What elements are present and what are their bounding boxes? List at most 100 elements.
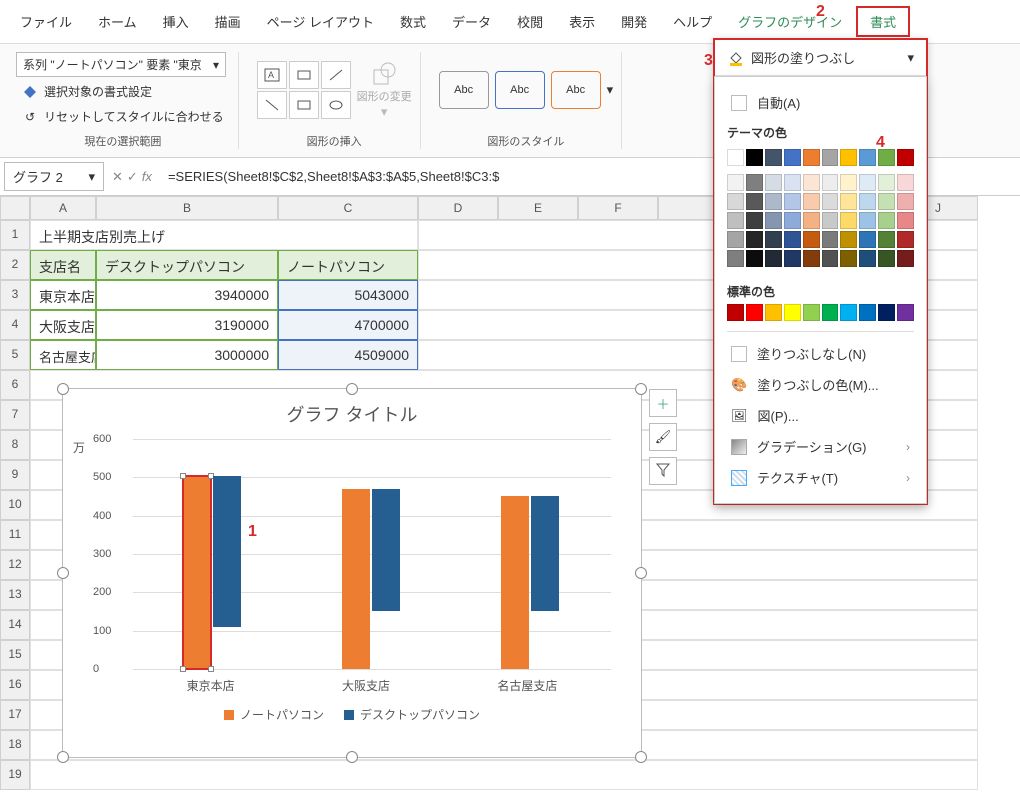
color-swatch[interactable] [765, 212, 782, 229]
col-header[interactable]: E [498, 196, 578, 220]
texture-fill[interactable]: テクスチャ(T) › [727, 462, 914, 493]
cell[interactable]: 上半期支店別売上げ [30, 220, 418, 250]
menu-view[interactable]: 表示 [557, 8, 607, 35]
menu-review[interactable]: 校閲 [505, 8, 555, 35]
color-swatch[interactable] [746, 174, 763, 191]
color-swatch[interactable] [878, 212, 895, 229]
color-swatch[interactable] [840, 304, 857, 321]
chart-object[interactable]: ＋ 🖌 グラフ タイトル 万 0100200300400500600 東京本店 … [62, 388, 642, 758]
shape-style-1[interactable]: Abc [439, 71, 489, 109]
cell[interactable]: 3190000 [96, 310, 278, 340]
chart-bar[interactable] [213, 476, 241, 627]
color-swatch[interactable] [840, 231, 857, 248]
chart-styles-button[interactable]: 🖌 [649, 423, 677, 451]
color-swatch[interactable] [822, 250, 839, 267]
color-swatch[interactable] [840, 193, 857, 210]
row-header[interactable]: 19 [0, 760, 30, 790]
color-swatch[interactable] [746, 250, 763, 267]
resize-handle[interactable] [635, 383, 647, 395]
color-swatch[interactable] [840, 212, 857, 229]
row-header[interactable]: 11 [0, 520, 30, 550]
color-swatch[interactable] [746, 212, 763, 229]
row-header[interactable]: 3 [0, 280, 30, 310]
color-swatch[interactable] [840, 174, 857, 191]
chart-plot[interactable]: 万 0100200300400500600 [133, 439, 611, 669]
color-swatch[interactable] [897, 174, 914, 191]
menu-home[interactable]: ホーム [86, 8, 149, 35]
row-header[interactable]: 6 [0, 370, 30, 400]
shape-gallery[interactable]: A [257, 61, 351, 119]
row-header[interactable]: 13 [0, 580, 30, 610]
color-swatch[interactable] [878, 304, 895, 321]
resize-handle[interactable] [57, 383, 69, 395]
color-swatch[interactable] [897, 304, 914, 321]
no-fill[interactable]: 塗りつぶしなし(N) [727, 338, 914, 369]
color-swatch[interactable] [822, 193, 839, 210]
cell[interactable]: 4509000 [278, 340, 418, 370]
color-swatch[interactable] [897, 231, 914, 248]
row-header[interactable]: 16 [0, 670, 30, 700]
color-swatch[interactable] [840, 149, 857, 166]
color-swatch[interactable] [784, 250, 801, 267]
row-header[interactable]: 2 [0, 250, 30, 280]
chart-bar[interactable] [183, 476, 211, 669]
resize-handle[interactable] [635, 567, 647, 579]
color-swatch[interactable] [859, 193, 876, 210]
chart-filter-button[interactable] [649, 457, 677, 485]
shape-style-3[interactable]: Abc [551, 71, 601, 109]
reset-style-button[interactable]: ↺ リセットしてスタイルに合わせる [16, 106, 230, 127]
cell[interactable]: 東京本店 [30, 280, 96, 310]
row-header[interactable]: 12 [0, 550, 30, 580]
cell[interactable] [30, 760, 978, 790]
color-swatch[interactable] [727, 304, 744, 321]
row-header[interactable]: 9 [0, 460, 30, 490]
color-swatch[interactable] [878, 174, 895, 191]
color-swatch[interactable] [822, 174, 839, 191]
menu-page-layout[interactable]: ページ レイアウト [255, 8, 386, 35]
color-swatch[interactable] [840, 250, 857, 267]
row-header[interactable]: 7 [0, 400, 30, 430]
color-swatch[interactable] [727, 149, 744, 166]
color-swatch[interactable] [803, 174, 820, 191]
color-swatch[interactable] [765, 250, 782, 267]
color-swatch[interactable] [822, 149, 839, 166]
color-swatch[interactable] [784, 304, 801, 321]
cell[interactable]: 3940000 [96, 280, 278, 310]
color-swatch[interactable] [859, 174, 876, 191]
confirm-icon[interactable]: ✓ [127, 169, 138, 185]
resize-handle[interactable] [57, 567, 69, 579]
row-header[interactable]: 10 [0, 490, 30, 520]
color-swatch[interactable] [765, 174, 782, 191]
color-swatch[interactable] [897, 149, 914, 166]
row-header[interactable]: 18 [0, 730, 30, 760]
menu-chart-design[interactable]: グラフのデザイン [726, 8, 854, 35]
color-swatch[interactable] [784, 149, 801, 166]
cell[interactable]: 支店名 [30, 250, 96, 280]
color-swatch[interactable] [803, 193, 820, 210]
row-header[interactable]: 17 [0, 700, 30, 730]
color-swatch[interactable] [822, 231, 839, 248]
color-swatch[interactable] [859, 212, 876, 229]
col-header[interactable]: B [96, 196, 278, 220]
color-swatch[interactable] [878, 250, 895, 267]
color-swatch[interactable] [822, 304, 839, 321]
color-swatch[interactable] [765, 193, 782, 210]
chart-elements-button[interactable]: ＋ [649, 389, 677, 417]
chevron-down-icon[interactable]: ▾ [607, 82, 614, 98]
color-swatch[interactable] [897, 193, 914, 210]
chart-bar[interactable] [372, 489, 400, 611]
color-swatch[interactable] [878, 231, 895, 248]
picture-fill[interactable]: 🖼 図(P)... [727, 400, 914, 431]
fill-auto[interactable]: 自動(A) [727, 87, 914, 118]
color-swatch[interactable] [765, 231, 782, 248]
row-header[interactable]: 5 [0, 340, 30, 370]
color-swatch[interactable] [784, 193, 801, 210]
color-swatch[interactable] [746, 231, 763, 248]
cell[interactable]: 大阪支店 [30, 310, 96, 340]
more-colors[interactable]: 🎨 塗りつぶしの色(M)... [727, 369, 914, 400]
select-all[interactable] [0, 196, 30, 220]
menu-data[interactable]: データ [440, 8, 503, 35]
popup-header[interactable]: 図形の塗りつぶし ▾ [715, 40, 926, 76]
shape-oval-icon[interactable] [321, 91, 351, 119]
cell[interactable]: ノートパソコン [278, 250, 418, 280]
